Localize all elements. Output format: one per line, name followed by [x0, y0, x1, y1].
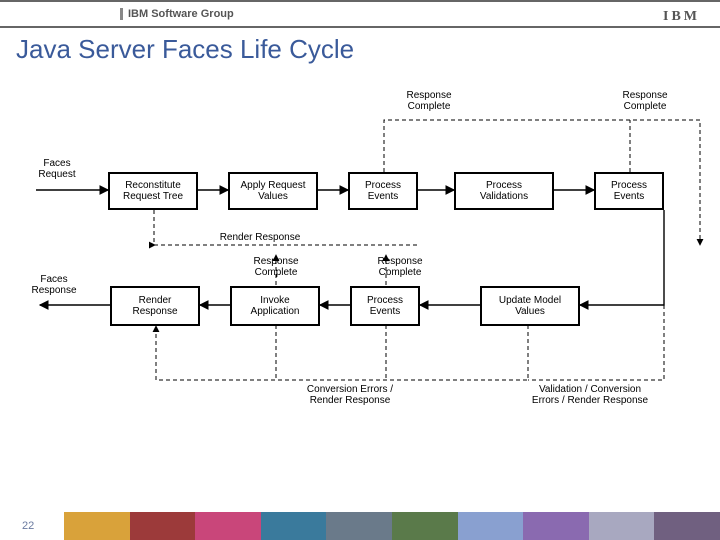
box-apply-request-values: Apply RequestValues [228, 172, 318, 210]
label-faces-request: FacesRequest [30, 158, 84, 180]
label-response-complete-3: ResponseComplete [236, 256, 316, 278]
label-conversion-errors: Conversion Errors /Render Response [280, 384, 420, 406]
box-invoke-application: InvokeApplication [230, 286, 320, 326]
label-validation-conversion-errors: Validation / ConversionErrors / Render R… [500, 384, 680, 406]
header-accent-bar [120, 8, 123, 20]
page-title: Java Server Faces Life Cycle [0, 28, 720, 65]
box-process-events-top2: ProcessEvents [594, 172, 664, 210]
header-bar-container: IBM Software Group IBM [0, 0, 720, 28]
page-number: 22 [22, 520, 34, 532]
box-reconstitute-request-tree: ReconstituteRequest Tree [108, 172, 198, 210]
lifecycle-diagram: FacesRequest FacesResponse ReconstituteR… [0, 80, 720, 480]
label-render-response-mid: Render Response [200, 232, 320, 243]
header-group-text: IBM Software Group [128, 8, 234, 20]
diagram-arrows [0, 80, 720, 480]
label-faces-response: FacesResponse [24, 274, 84, 296]
footer-color-strip [64, 512, 720, 540]
footer: 22 [0, 508, 720, 540]
box-process-events-top: ProcessEvents [348, 172, 418, 210]
box-process-validations: ProcessValidations [454, 172, 554, 210]
label-response-complete-4: ResponseComplete [360, 256, 440, 278]
ibm-logo: IBM [663, 9, 700, 25]
box-update-model-values: Update ModelValues [480, 286, 580, 326]
box-render-response: RenderResponse [110, 286, 200, 326]
box-process-events-bottom: ProcessEvents [350, 286, 420, 326]
label-response-complete-1: ResponseComplete [394, 90, 464, 112]
label-response-complete-2: ResponseComplete [610, 90, 680, 112]
